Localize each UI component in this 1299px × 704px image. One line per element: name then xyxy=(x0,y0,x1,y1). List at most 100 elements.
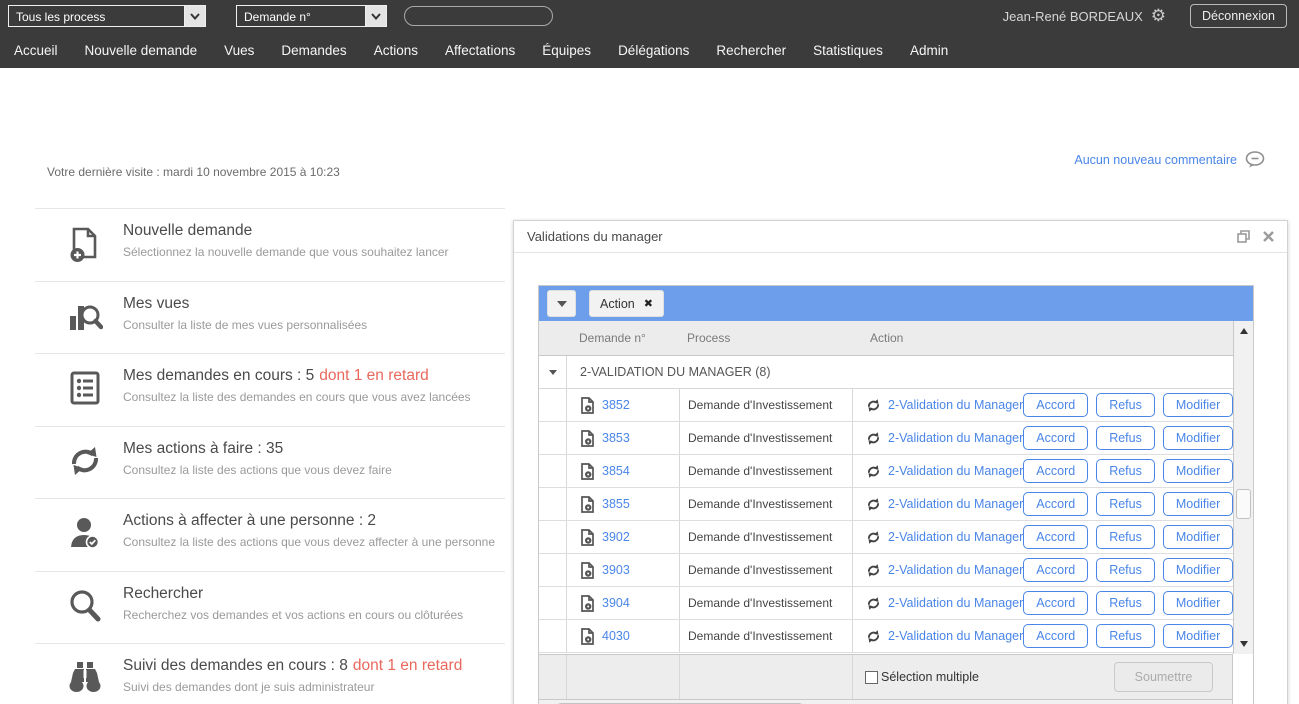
action-step-link[interactable]: 2-Validation du Manager xyxy=(888,596,1023,610)
popout-icon[interactable] xyxy=(1237,230,1250,243)
accord-button[interactable]: Accord xyxy=(1023,525,1088,549)
nav-item[interactable]: Statistiques xyxy=(813,43,883,58)
request-id-link[interactable]: 3902 xyxy=(602,530,630,544)
new-document-icon xyxy=(63,222,107,281)
menu-item-nouvelle-demande[interactable]: Nouvelle demande Sélectionnez la nouvell… xyxy=(35,208,505,281)
action-step-link[interactable]: 2-Validation du Manager xyxy=(888,464,1023,478)
request-id-link[interactable]: 4030 xyxy=(602,629,630,643)
scroll-down-arrow[interactable] xyxy=(1234,636,1253,652)
gear-icon[interactable]: ⚙ xyxy=(1151,8,1166,25)
refresh-icon xyxy=(866,398,881,413)
refresh-icon xyxy=(866,563,881,578)
request-id-link[interactable]: 3853 xyxy=(602,431,630,445)
nav-item[interactable]: Équipes xyxy=(542,43,591,58)
request-id-link[interactable]: 3852 xyxy=(602,398,630,412)
accord-button[interactable]: Accord xyxy=(1023,558,1088,582)
modifier-button[interactable]: Modifier xyxy=(1163,591,1233,615)
refus-button[interactable]: Refus xyxy=(1096,591,1155,615)
menu-item-mes-vues[interactable]: Mes vues Consulter la liste de mes vues … xyxy=(35,281,505,354)
refus-button[interactable]: Refus xyxy=(1096,459,1155,483)
close-icon[interactable] xyxy=(1263,231,1274,242)
menu-item-title: Nouvelle demande xyxy=(123,222,449,240)
action-step-link[interactable]: 2-Validation du Manager xyxy=(888,398,1023,412)
modifier-button[interactable]: Modifier xyxy=(1163,624,1233,648)
menu-item-rechercher[interactable]: Rechercher Recherchez vos demandes et vo… xyxy=(35,571,505,644)
refus-button[interactable]: Refus xyxy=(1096,525,1155,549)
column-header-action[interactable]: Action xyxy=(852,321,1233,355)
modifier-button[interactable]: Modifier xyxy=(1163,393,1233,417)
accord-button[interactable]: Accord xyxy=(1023,393,1088,417)
nav-item[interactable]: Affectations xyxy=(445,43,515,58)
action-step-link[interactable]: 2-Validation du Manager xyxy=(888,497,1023,511)
refus-button[interactable]: Refus xyxy=(1096,624,1155,648)
accord-button[interactable]: Accord xyxy=(1023,591,1088,615)
accord-button[interactable]: Accord xyxy=(1023,426,1088,450)
logout-button[interactable]: Déconnexion xyxy=(1190,4,1287,28)
accord-button[interactable]: Accord xyxy=(1023,459,1088,483)
horizontal-scrollbar[interactable] xyxy=(539,699,1233,704)
action-step-link[interactable]: 2-Validation du Manager xyxy=(888,629,1023,643)
process-filter-select[interactable]: Tous les process xyxy=(8,5,206,27)
menu-item-title: Mes vues xyxy=(123,295,367,313)
column-header-demande[interactable]: Demande n° xyxy=(566,321,679,355)
nav-item[interactable]: Délégations xyxy=(618,43,689,58)
submit-button[interactable]: Soumettre xyxy=(1114,662,1213,692)
modifier-button[interactable]: Modifier xyxy=(1163,525,1233,549)
nav-item[interactable]: Actions xyxy=(374,43,418,58)
multi-select-checkbox[interactable] xyxy=(865,671,878,684)
scroll-up-arrow[interactable] xyxy=(1234,323,1253,339)
grid-rows: 3852 Demande d'Investissement xyxy=(539,389,1233,653)
comments-link[interactable]: Aucun nouveau commentaire xyxy=(1074,151,1265,168)
table-row: 3854 Demande d'Investissement xyxy=(539,455,1233,488)
menu-item-subtitle: Recherchez vos demandes et vos actions e… xyxy=(123,608,463,622)
nav-item[interactable]: Demandes xyxy=(281,43,346,58)
modifier-button[interactable]: Modifier xyxy=(1163,558,1233,582)
request-document-icon xyxy=(580,430,595,447)
menu-item-title: Suivi des demandes en cours : 8dont 1 en… xyxy=(123,657,462,675)
refus-button[interactable]: Refus xyxy=(1096,393,1155,417)
nav-item[interactable]: Rechercher xyxy=(716,43,786,58)
refus-button[interactable]: Refus xyxy=(1096,492,1155,516)
request-id-link[interactable]: 3854 xyxy=(602,464,630,478)
modifier-button[interactable]: Modifier xyxy=(1163,426,1233,450)
requests-grid: Action ✖ Demande n° Process Action 2-VAL… xyxy=(538,285,1254,704)
search-input[interactable] xyxy=(404,6,553,26)
menu-item-actions-affecter[interactable]: Actions à affecter à une personne : 2 Co… xyxy=(35,498,505,571)
nav-item[interactable]: Nouvelle demande xyxy=(85,43,198,58)
menu-item-mes-demandes[interactable]: Mes demandes en cours : 5dont 1 en retar… xyxy=(35,353,505,426)
menu-item-subtitle: Consultez la liste des actions que vous … xyxy=(123,535,495,549)
remove-filter-icon[interactable]: ✖ xyxy=(644,297,653,310)
request-document-icon xyxy=(580,562,595,579)
group-collapse-button[interactable] xyxy=(539,356,566,388)
modifier-button[interactable]: Modifier xyxy=(1163,492,1233,516)
filter-dropdown-button[interactable] xyxy=(547,290,576,317)
request-id-link[interactable]: 3903 xyxy=(602,563,630,577)
chevron-down-icon xyxy=(365,6,386,26)
modifier-button[interactable]: Modifier xyxy=(1163,459,1233,483)
request-id-link[interactable]: 3855 xyxy=(602,497,630,511)
request-id-link[interactable]: 3904 xyxy=(602,596,630,610)
column-header-process[interactable]: Process xyxy=(679,321,852,355)
menu-item-mes-actions[interactable]: Mes actions à faire : 35 Consultez la li… xyxy=(35,426,505,499)
vertical-scrollbar[interactable] xyxy=(1233,321,1253,654)
action-step-link[interactable]: 2-Validation du Manager xyxy=(888,530,1023,544)
refus-button[interactable]: Refus xyxy=(1096,558,1155,582)
action-step-link[interactable]: 2-Validation du Manager xyxy=(888,563,1023,577)
nav-item[interactable]: Vues xyxy=(224,43,254,58)
nav-item[interactable]: Accueil xyxy=(14,43,58,58)
scroll-right-arrow[interactable] xyxy=(1216,700,1232,704)
refus-button[interactable]: Refus xyxy=(1096,426,1155,450)
refresh-icon xyxy=(866,464,881,479)
accord-button[interactable]: Accord xyxy=(1023,624,1088,648)
scroll-left-arrow[interactable] xyxy=(539,700,555,704)
action-step-link[interactable]: 2-Validation du Manager xyxy=(888,431,1023,445)
accord-button[interactable]: Accord xyxy=(1023,492,1088,516)
filter-chip-action[interactable]: Action ✖ xyxy=(589,290,664,317)
refresh-icon xyxy=(866,497,881,512)
menu-item-suivi-demandes[interactable]: Suivi des demandes en cours : 8dont 1 en… xyxy=(35,643,505,704)
panel-header: Validations du manager xyxy=(514,221,1287,253)
vertical-scrollbar-thumb[interactable] xyxy=(1236,489,1251,519)
nav-item[interactable]: Admin xyxy=(910,43,948,58)
group-row: 2-VALIDATION DU MANAGER (8) xyxy=(539,356,1233,389)
search-type-select[interactable]: Demande n° xyxy=(236,5,387,27)
